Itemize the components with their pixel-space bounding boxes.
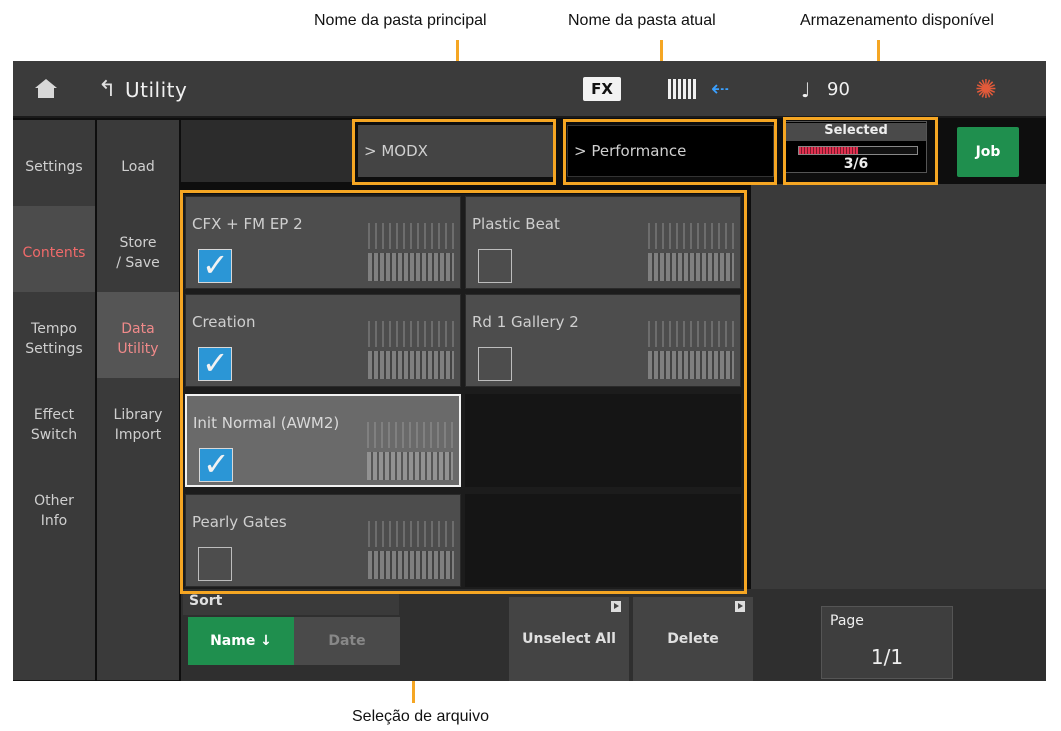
delete-label: Delete (667, 631, 719, 647)
home-icon[interactable] (35, 61, 63, 118)
page-title: Utility (125, 77, 188, 102)
right-empty-panel (751, 184, 1046, 589)
top-bar: ↰ Utility FX ⇠ ♩ 90 ✺ (13, 61, 1046, 118)
tab-data-utility[interactable]: Data Utility (97, 292, 179, 388)
grid-icon[interactable] (906, 81, 928, 99)
tempo-value[interactable]: 90 (827, 61, 850, 118)
tab-empty (97, 550, 179, 646)
unselect-all-label: Unselect All (522, 631, 616, 647)
header-fill (181, 120, 353, 182)
note-icon: ♩ (801, 77, 811, 102)
job-button[interactable]: Job (957, 127, 1019, 177)
flag-icon (611, 601, 621, 612)
tab-empty (13, 550, 95, 646)
tab-empty (97, 464, 179, 560)
tab-load[interactable]: Load (97, 120, 179, 216)
tab-store-save[interactable]: Store / Save (97, 206, 179, 302)
annotation-storage: Armazenamento disponível (800, 12, 994, 29)
annotation-box-file-selection (180, 190, 747, 594)
tab-empty (97, 636, 179, 681)
page-label: Page (830, 613, 864, 629)
annotation-current-folder: Nome da pasta atual (568, 12, 716, 29)
tab-contents[interactable]: Contents (13, 206, 95, 302)
sort-label: Sort (183, 593, 399, 615)
fx-button[interactable]: FX (583, 77, 621, 101)
page-value: 1/1 (870, 645, 904, 669)
tab-effect-switch[interactable]: Effect Switch (13, 378, 95, 474)
annotation-parent-folder: Nome da pasta principal (314, 12, 487, 29)
sort-by-date-button[interactable]: Date (294, 617, 400, 665)
annotation-file-selection: Seleção de arquivo (352, 708, 489, 725)
page-indicator[interactable]: Page 1/1 (821, 606, 953, 679)
sort-by-name-button[interactable]: Name ↓ (188, 617, 294, 665)
delete-button[interactable]: Delete (633, 597, 753, 681)
annotation-box-current-folder (563, 119, 777, 185)
gear-icon[interactable]: ✺ (975, 61, 997, 118)
tab-other-info[interactable]: Other Info (13, 464, 95, 560)
usb-icon: ⇠ (711, 77, 730, 102)
annotation-box-storage (783, 117, 938, 185)
back-arrow-icon[interactable]: ↰ (98, 61, 118, 118)
annotation-box-parent-folder (352, 119, 556, 185)
tab-library-import[interactable]: Library Import (97, 378, 179, 474)
tab-empty (13, 636, 95, 681)
flag-icon (735, 601, 745, 612)
keyboard-icon (668, 79, 702, 99)
unselect-all-button[interactable]: Unselect All (509, 597, 629, 681)
tab-settings[interactable]: Settings (13, 120, 95, 216)
tab-tempo-settings[interactable]: Tempo Settings (13, 292, 95, 388)
